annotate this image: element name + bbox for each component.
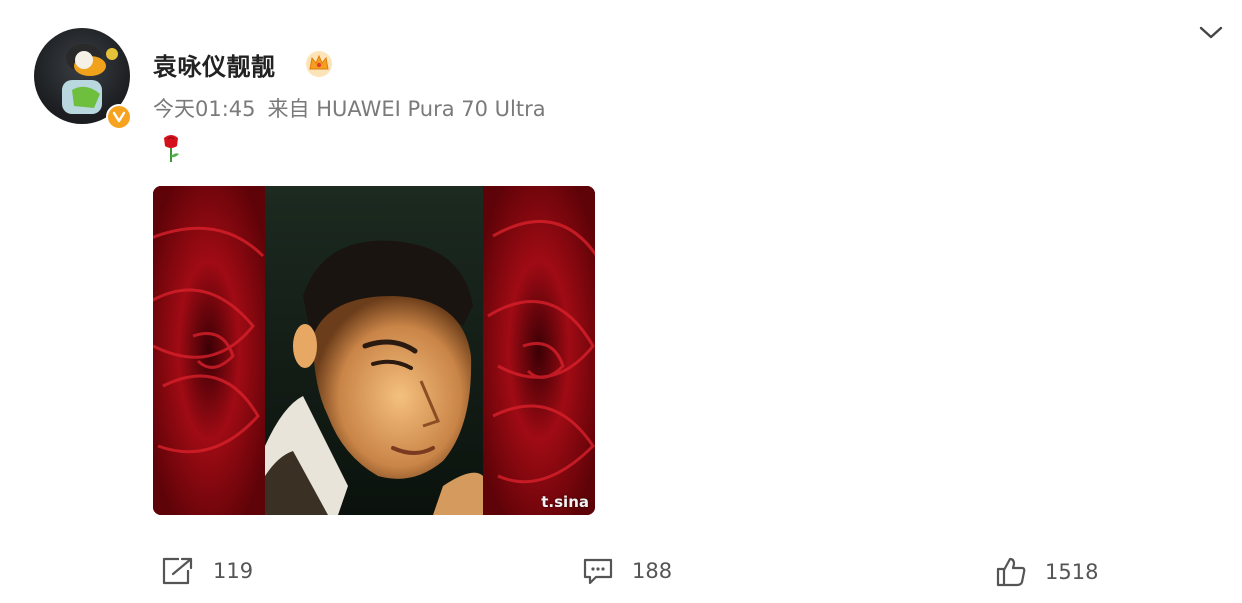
verified-badge-icon [106, 104, 132, 130]
chevron-down-icon[interactable] [1198, 24, 1224, 42]
avatar[interactable] [34, 28, 132, 130]
comment-icon [583, 558, 613, 585]
photo-artwork [153, 186, 595, 515]
share-icon [162, 557, 193, 585]
like-button[interactable]: 1518 [995, 556, 1098, 588]
like-count: 1518 [1045, 560, 1099, 584]
post-source[interactable]: 来自 HUAWEI Pura 70 Ultra [268, 97, 546, 121]
post-time[interactable]: 今天01:45 [153, 97, 256, 121]
rose-emoji [160, 134, 182, 164]
username[interactable]: 袁咏仪靓靓 [153, 47, 276, 82]
crown-icon[interactable] [304, 48, 334, 78]
share-count: 119 [213, 559, 254, 583]
watermark: t.sina [541, 493, 589, 511]
weibo-post: 袁咏仪靓靓 今天01:45 来自 HUAWEI Pura 70 Ultra t.… [0, 0, 1242, 603]
thumbs-up-icon [996, 557, 1026, 587]
comment-button[interactable]: 188 [582, 556, 672, 586]
post-photo[interactable]: t.sina [153, 186, 595, 515]
post-meta: 今天01:45 来自 HUAWEI Pura 70 Ultra [153, 93, 558, 123]
comment-count: 188 [632, 559, 673, 583]
share-button[interactable]: 119 [161, 556, 253, 586]
